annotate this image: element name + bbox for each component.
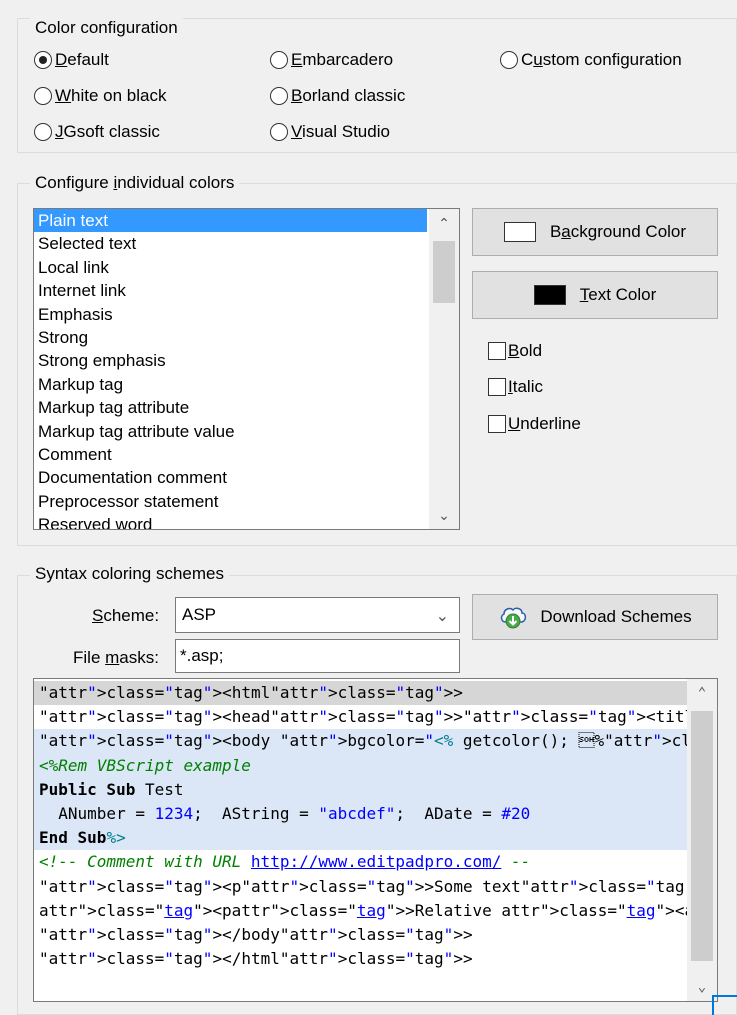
list-scrollbar[interactable]: ⌃ ⌄ <box>429 209 459 529</box>
code-line: "attr">class="tag"><body "attr">bgcolor=… <box>34 729 687 754</box>
cloud-download-icon <box>498 604 528 630</box>
scroll-down-icon[interactable]: ⌄ <box>429 503 459 527</box>
individual-colors-title: Configure individual colors <box>30 173 240 193</box>
list-item[interactable]: Plain text <box>34 209 427 233</box>
bold-checkbox[interactable]: Bold <box>488 339 542 363</box>
file-masks-value: *.asp; <box>180 646 224 665</box>
radio-white-on-black-label: White on black <box>55 86 167 105</box>
download-schemes-label: Download Schemes <box>540 607 692 626</box>
bold-label: Bold <box>508 341 543 360</box>
scrollbar-thumb[interactable] <box>433 241 455 303</box>
list-item[interactable]: Emphasis <box>34 303 459 326</box>
code-line: End Sub%> <box>34 826 687 851</box>
checkbox-box <box>488 342 506 360</box>
radio-indicator <box>500 51 518 69</box>
color-element-list[interactable]: Plain text Selected text Local link Interne… <box>33 208 460 530</box>
italic-checkbox[interactable]: Italic <box>488 375 543 399</box>
code-line: Public Sub Test <box>34 777 687 802</box>
radio-default[interactable]: Default <box>34 48 109 72</box>
list-item[interactable]: Local link <box>34 256 459 279</box>
radio-visual-studio[interactable]: Visual Studio <box>270 120 390 144</box>
code-line: "attr">class="tag"><p"attr">class="tag">… <box>39 876 687 896</box>
underline-label: Underline <box>508 414 581 433</box>
radio-indicator <box>34 123 52 141</box>
syntax-preview-editor[interactable]: "attr">class="tag"><html"attr">class="ta… <box>33 678 718 1002</box>
list-item[interactable]: Markup tag attribute <box>34 396 459 419</box>
scrollbar-thumb[interactable] <box>691 711 713 961</box>
text-swatch <box>533 285 566 305</box>
chevron-down-icon[interactable]: ⌄ <box>436 606 449 626</box>
radio-selected-indicator <box>34 51 52 69</box>
radio-white-on-black[interactable]: White on black <box>34 84 167 108</box>
radio-embarcadero[interactable]: Embarcadero <box>270 48 393 72</box>
color-configuration-title: Color configuration <box>30 18 183 38</box>
radio-jgsoft-classic[interactable]: JGsoft classic <box>34 120 160 144</box>
scheme-label: Scheme: <box>92 606 160 625</box>
radio-indicator <box>270 51 288 69</box>
code-line: "attr">class="tag"><html"attr">class="ta… <box>34 681 687 706</box>
file-masks-input[interactable]: *.asp; <box>175 639 460 673</box>
underline-checkbox[interactable]: Underline <box>488 412 581 436</box>
list-item[interactable]: Selected text <box>34 232 459 255</box>
radio-indicator <box>270 87 288 105</box>
radio-default-label: Default <box>55 50 109 69</box>
list-item[interactable]: Markup tag <box>34 373 459 396</box>
radio-indicator <box>34 87 52 105</box>
code-line: <!-- Comment with URL http://www.editpad… <box>39 852 531 872</box>
code-line: "attr">class="tag"><head"attr">class="ta… <box>39 707 687 727</box>
code-line: "attr">class="tag"></html"attr">class="t… <box>39 949 473 969</box>
scheme-select[interactable]: ASP ⌄ <box>175 597 460 633</box>
scheme-value: ASP <box>182 605 217 624</box>
code-lines: "attr">class="tag"><html"attr">class="ta… <box>34 681 687 971</box>
radio-visual-studio-label: Visual Studio <box>291 122 390 141</box>
download-schemes-button[interactable]: Download Schemes <box>472 594 718 640</box>
preview-scrollbar[interactable]: ⌃ ⌄ <box>687 679 717 1001</box>
code-line: <%Rem VBScript example <box>34 753 687 778</box>
file-masks-label: File masks: <box>73 648 159 667</box>
radio-custom-configuration-label: Custom configuration <box>521 50 682 69</box>
list-item[interactable]: Documentation comment <box>34 466 459 489</box>
list-item[interactable]: Comment <box>34 443 459 466</box>
code-line: ANumber = 1234; AString = "abcdef"; ADat… <box>34 801 687 827</box>
text-color-button[interactable]: Text Color <box>472 271 718 319</box>
list-item[interactable]: Reserved word <box>34 513 459 529</box>
focus-rectangle <box>712 995 737 1015</box>
list-items: Plain text Selected text Local link Interne… <box>34 209 459 529</box>
list-item[interactable]: Markup tag attribute value <box>34 420 459 443</box>
list-item[interactable]: Strong <box>34 326 459 349</box>
background-color-button[interactable]: Background Color <box>472 208 718 256</box>
list-item[interactable]: Strong emphasis <box>34 349 459 372</box>
text-color-label: Text Color <box>579 285 657 304</box>
background-color-label: Background Color <box>549 222 687 241</box>
background-swatch <box>503 222 536 242</box>
code-line: "attr">class="tag"></body"attr">class="t… <box>39 924 473 944</box>
checkbox-box <box>488 378 506 396</box>
radio-jgsoft-classic-label: JGsoft classic <box>55 122 160 141</box>
italic-label: Italic <box>508 377 543 396</box>
radio-custom-configuration[interactable]: Custom configuration <box>500 48 682 72</box>
radio-borland-classic-label: Borland classic <box>291 86 406 105</box>
radio-embarcadero-label: Embarcadero <box>291 50 394 69</box>
radio-borland-classic[interactable]: Borland classic <box>270 84 405 108</box>
radio-indicator <box>270 123 288 141</box>
list-item[interactable]: Preprocessor statement <box>34 490 459 513</box>
code-line: attr">class="tag"><pattr">class="tag">>R… <box>39 900 687 920</box>
checkbox-box <box>488 415 506 433</box>
syntax-schemes-title: Syntax coloring schemes <box>30 564 229 584</box>
scroll-up-icon[interactable]: ⌃ <box>429 211 459 235</box>
list-item[interactable]: Internet link <box>34 279 459 302</box>
scroll-up-icon[interactable]: ⌃ <box>687 681 717 705</box>
